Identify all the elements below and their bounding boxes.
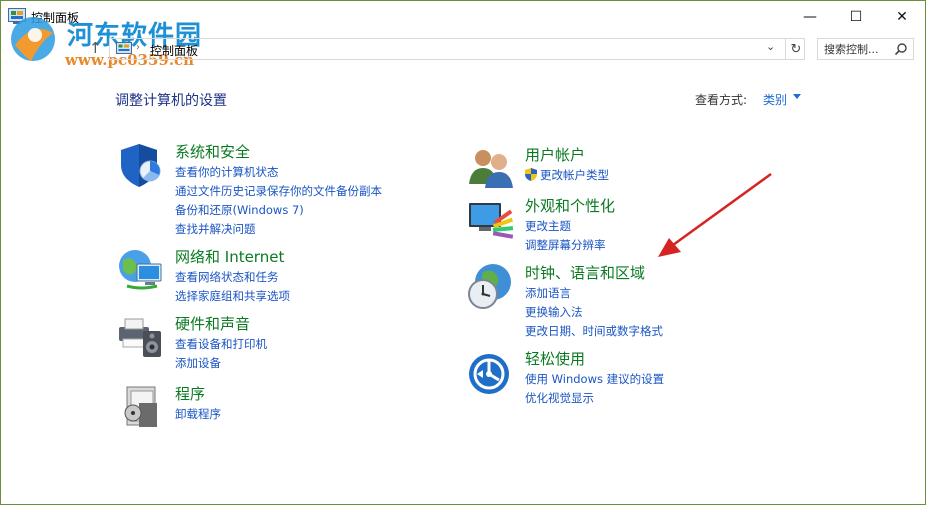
up-button[interactable]: ↑: [89, 39, 102, 57]
view-by-dropdown[interactable]: 类别: [763, 91, 787, 108]
link-change-date-time-format[interactable]: 更改日期、时间或数字格式: [525, 322, 663, 341]
users-icon[interactable]: [467, 144, 515, 192]
link-uninstall-program[interactable]: 卸载程序: [175, 405, 221, 424]
breadcrumb-control-panel[interactable]: 控制面板: [150, 42, 198, 59]
control-panel-window: 控制面板 — ☐ ✕ 河东软件园 www.pc0359.cn ↑ › 控制面板 …: [0, 0, 926, 505]
programs-icon[interactable]: [117, 383, 165, 431]
link-label: 更改帐户类型: [540, 168, 609, 182]
category-title[interactable]: 网络和 Internet: [175, 246, 284, 267]
link-homegroup-sharing[interactable]: 选择家庭组和共享选项: [175, 287, 290, 306]
link-troubleshoot[interactable]: 查找并解决问题: [175, 220, 382, 239]
chevron-down-icon[interactable]: ⌄: [766, 40, 775, 53]
search-input[interactable]: [820, 40, 902, 58]
uac-shield-icon: [525, 168, 537, 181]
category-title[interactable]: 硬件和声音: [175, 313, 250, 334]
view-by-label: 查看方式:: [695, 93, 748, 107]
link-optimize-visual-display[interactable]: 优化视觉显示: [525, 389, 664, 408]
link-screen-resolution[interactable]: 调整屏幕分辨率: [525, 236, 606, 255]
close-button[interactable]: ✕: [879, 1, 925, 32]
printer-speaker-icon[interactable]: [117, 313, 165, 361]
link-add-device[interactable]: 添加设备: [175, 354, 267, 373]
category-title[interactable]: 时钟、语言和区域: [525, 262, 645, 283]
link-backup-restore[interactable]: 备份和还原(Windows 7): [175, 201, 382, 220]
category-title[interactable]: 轻松使用: [525, 348, 585, 369]
category-title[interactable]: 用户帐户: [525, 144, 585, 165]
category-title[interactable]: 外观和个性化: [525, 195, 615, 216]
network-globe-icon[interactable]: [117, 246, 165, 294]
clock-globe-icon[interactable]: [467, 262, 515, 310]
page-title: 调整计算机的设置: [115, 93, 227, 109]
link-change-input-method[interactable]: 更换输入法: [525, 303, 663, 322]
maximize-button[interactable]: ☐: [833, 1, 879, 32]
link-devices-printers[interactable]: 查看设备和打印机: [175, 335, 267, 354]
category-title[interactable]: 系统和安全: [175, 141, 250, 162]
breadcrumb-separator-icon: ›: [136, 42, 140, 53]
search-icon[interactable]: [894, 42, 908, 56]
link-change-theme[interactable]: 更改主题: [525, 217, 606, 236]
control-panel-icon: [116, 42, 132, 54]
refresh-button[interactable]: ↻: [785, 39, 806, 59]
link-network-status[interactable]: 查看网络状态和任务: [175, 268, 290, 287]
link-change-account-type[interactable]: 更改帐户类型: [525, 166, 609, 185]
address-bar[interactable]: › 控制面板 ⌄ ↻: [109, 38, 805, 60]
link-view-computer-status[interactable]: 查看你的计算机状态: [175, 163, 382, 182]
minimize-button[interactable]: —: [787, 1, 833, 32]
shield-icon[interactable]: [117, 141, 165, 189]
navigation-bar: ↑ › 控制面板 ⌄ ↻: [1, 33, 925, 65]
link-windows-recommended-settings[interactable]: 使用 Windows 建议的设置: [525, 370, 664, 389]
ease-of-access-icon[interactable]: [467, 348, 515, 396]
caret-down-icon[interactable]: [793, 94, 801, 99]
link-add-language[interactable]: 添加语言: [525, 284, 663, 303]
category-title[interactable]: 程序: [175, 383, 205, 404]
appearance-icon[interactable]: [467, 195, 515, 243]
link-file-history-backup[interactable]: 通过文件历史记录保存你的文件备份副本: [175, 182, 382, 201]
search-box[interactable]: [817, 38, 914, 60]
